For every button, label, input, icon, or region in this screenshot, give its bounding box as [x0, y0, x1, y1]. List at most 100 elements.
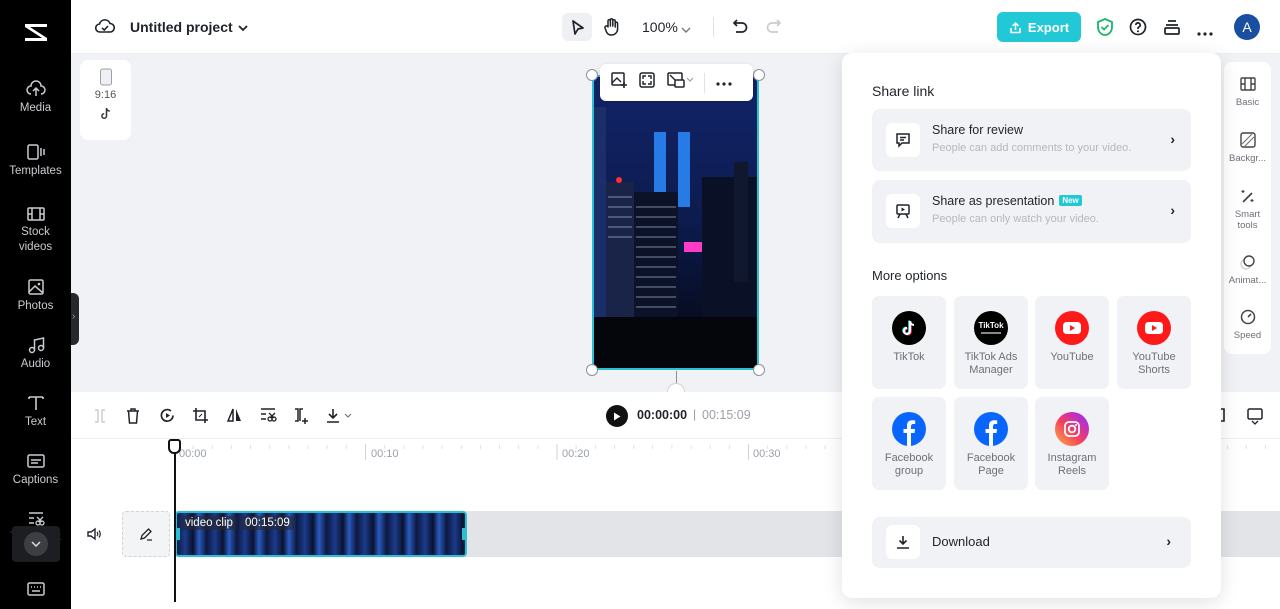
sidebar-item-photos[interactable]: Photos [0, 278, 71, 314]
fullscreen-icon [639, 72, 655, 88]
trash-icon [127, 408, 139, 424]
sidebar-item-audio[interactable]: Audio [0, 336, 71, 372]
sidebar-item-text[interactable]: Text [0, 394, 71, 430]
share-presentation-title: Share as presentation New [932, 194, 1082, 208]
download-option[interactable]: Download › [872, 517, 1191, 568]
clip-trim-handle-right[interactable] [462, 528, 465, 540]
prop-speed[interactable]: Speed [1224, 309, 1271, 341]
sidebar-item-label: Stock [21, 226, 50, 238]
aspect-ratio-button[interactable]: 9:16 [80, 60, 131, 140]
sidebar-item-stock-videos[interactable]: Stock videos [0, 206, 71, 255]
split-button[interactable] [93, 408, 107, 429]
resize-handle-top-right[interactable] [753, 69, 765, 81]
presentation-icon [886, 194, 920, 228]
prop-smart-tools[interactable]: Smart tools [1224, 188, 1271, 231]
sidebar-item-label: videos [18, 241, 53, 253]
ruler-label: 00:20 [562, 448, 590, 460]
fit-frame-button[interactable] [638, 71, 656, 94]
sidebar-more-button[interactable] [12, 526, 60, 562]
option-tiktok-ads-manager[interactable]: TikTok TikTok Ads Manager [954, 296, 1028, 389]
clip-duration: 00:15:09 [241, 516, 294, 530]
resize-handle-bottom-left[interactable] [586, 364, 598, 376]
option-instagram-reels[interactable]: Instagram Reels [1035, 397, 1109, 490]
cover-edit-button[interactable] [122, 511, 170, 557]
film-icon [1239, 77, 1256, 91]
tiktok-business-icon: TikTok [974, 311, 1008, 345]
option-youtube[interactable]: YouTube [1035, 296, 1109, 389]
sidebar-collapse-toggle[interactable]: › [71, 293, 79, 345]
export-popup: Share link Share for review People can a… [842, 53, 1221, 598]
preview-monitor-button[interactable] [1246, 407, 1264, 430]
flip-icon [226, 408, 241, 422]
facebook-icon [892, 412, 926, 446]
youtube-icon [1055, 311, 1089, 345]
track-mute-button[interactable] [86, 527, 102, 546]
aspect-ratio-label: 9:16 [94, 89, 117, 101]
playhead-handle[interactable] [168, 439, 181, 454]
more-options-button[interactable] [1196, 24, 1214, 42]
option-facebook-group[interactable]: Facebook group [872, 397, 946, 490]
new-badge: New [1059, 195, 1082, 206]
prop-label: Speed [1233, 330, 1262, 341]
sidebar-item-captions[interactable]: Captions [0, 452, 71, 488]
prop-background[interactable]: Backgr... [1224, 132, 1271, 164]
replay-button[interactable] [159, 407, 176, 429]
prop-animation[interactable]: Animat... [1224, 254, 1271, 286]
hand-tool-button[interactable] [603, 17, 621, 42]
layers-button[interactable] [1163, 18, 1181, 41]
prop-label: Backgr... [1229, 153, 1266, 164]
delete-button[interactable] [125, 407, 141, 430]
option-youtube-shorts[interactable]: YouTube Shorts [1117, 296, 1191, 389]
zoom-chevron-icon[interactable] [680, 21, 692, 39]
more-button[interactable] [715, 74, 733, 92]
prop-basic[interactable]: Basic [1224, 76, 1271, 108]
redo-button[interactable] [765, 17, 783, 40]
freeze-frame-button[interactable] [293, 407, 309, 430]
resize-handle-top-left[interactable] [586, 69, 598, 81]
smart-cut-button[interactable] [259, 407, 277, 428]
sidebar-item-keyboard[interactable] [0, 581, 71, 600]
prop-label: tools [1237, 220, 1258, 231]
resize-handle-bottom-right[interactable] [753, 364, 765, 376]
download-media-button[interactable] [325, 407, 355, 429]
option-label: Shorts [1138, 364, 1170, 376]
clip-trim-handle-left[interactable] [177, 528, 180, 540]
sidebar-item-media[interactable]: Media [0, 80, 71, 116]
download-label: Download [932, 534, 990, 549]
play-button[interactable] [606, 405, 628, 427]
cloud-sync-icon[interactable] [94, 17, 116, 40]
project-title[interactable]: Untitled project [130, 19, 233, 35]
option-label: YouTube [1132, 351, 1176, 363]
picture-in-picture-button[interactable] [666, 71, 694, 94]
download-icon [886, 525, 920, 559]
option-label: TikTok Ads [964, 351, 1018, 363]
capcut-logo-icon[interactable] [20, 16, 52, 48]
select-tool-button[interactable] [562, 13, 592, 41]
playhead[interactable] [174, 440, 176, 602]
video-preview[interactable] [592, 75, 759, 370]
undo-button[interactable] [731, 17, 749, 40]
shield-check-button[interactable] [1096, 17, 1114, 42]
share-for-review-option[interactable]: Share for review People can add comments… [872, 109, 1191, 171]
option-tiktok[interactable]: TikTok [872, 296, 946, 389]
left-sidebar: Media Templates Stock videos Photos Audi… [0, 0, 71, 609]
option-facebook-page[interactable]: Facebook Page [954, 397, 1028, 490]
sidebar-item-label: Text [24, 416, 47, 428]
replace-image-button[interactable] [610, 71, 628, 94]
mirror-button[interactable] [226, 407, 243, 428]
zoom-level-select[interactable]: 100% [642, 19, 678, 35]
export-button[interactable]: Export [997, 12, 1081, 42]
top-bar: Untitled project 100% Export A [71, 0, 1280, 54]
option-label: TikTok [893, 351, 925, 363]
clip-floating-toolbar [600, 64, 753, 101]
help-button[interactable] [1129, 18, 1147, 41]
video-clip[interactable]: video clip 00:15:09 [175, 511, 467, 557]
project-menu-chevron-icon[interactable] [237, 20, 249, 38]
sidebar-item-label: Media [19, 102, 52, 114]
crop-button[interactable] [192, 407, 209, 429]
share-as-presentation-option[interactable]: Share as presentation New People can only… [872, 180, 1191, 243]
user-avatar[interactable]: A [1234, 14, 1260, 40]
cloud-upload-icon [25, 80, 46, 96]
sidebar-item-templates[interactable]: Templates [0, 143, 71, 179]
chevron-right-icon: › [1166, 533, 1171, 549]
